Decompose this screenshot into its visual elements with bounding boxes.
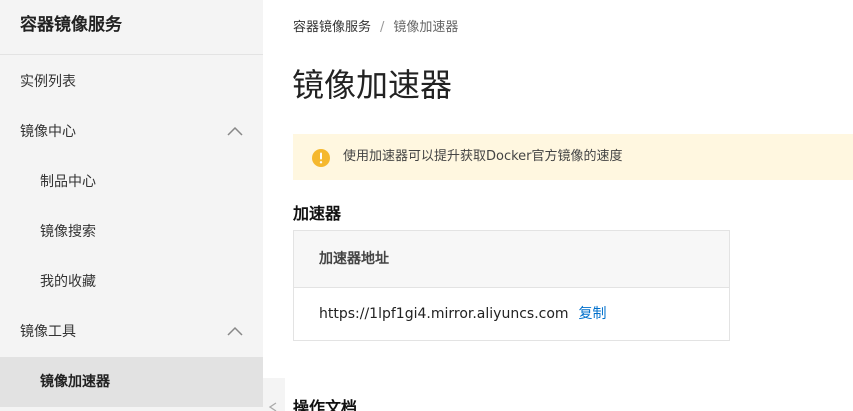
notice-text: 使用加速器可以提升获取Docker官方镜像的速度 (343, 149, 623, 164)
accelerator-row: https://1lpf1gi4.mirror.aliyuncs.com 复制 (319, 288, 607, 341)
sidebar-item-instances[interactable]: 实例列表 (0, 57, 263, 107)
accelerator-url: https://1lpf1gi4.mirror.aliyuncs.com (319, 306, 569, 322)
copy-button[interactable]: 复制 (579, 306, 607, 322)
sidebar-group-image-center[interactable]: 镜像中心 (0, 107, 263, 157)
accelerator-table: 加速器地址 https://1lpf1gi4.mirror.aliyuncs.c… (293, 230, 730, 341)
sidebar: 容器镜像服务 实例列表 镜像中心 制品中心 镜像搜索 我的收藏 镜像工具 镜像加… (0, 0, 263, 411)
sidebar-collapse-handle[interactable] (263, 378, 285, 411)
sidebar-item-label: 制品中心 (40, 174, 96, 190)
notice-banner: 使用加速器可以提升获取Docker官方镜像的速度 (293, 134, 853, 180)
page: 容器镜像服务 实例列表 镜像中心 制品中心 镜像搜索 我的收藏 镜像工具 镜像加… (0, 0, 853, 411)
sidebar-title: 容器镜像服务 (20, 15, 122, 35)
sidebar-item-label: 实例列表 (20, 74, 76, 90)
sidebar-item-label: 镜像搜索 (40, 224, 96, 240)
sidebar-item-artifact-center[interactable]: 制品中心 (0, 157, 263, 207)
warning-icon (312, 149, 330, 167)
chevron-up-icon (227, 326, 243, 336)
accelerator-section-title: 加速器 (293, 204, 342, 223)
accelerator-address-header: 加速器地址 (319, 251, 389, 267)
breadcrumb-current: 镜像加速器 (393, 20, 459, 35)
sidebar-item-image-accelerator[interactable]: 镜像加速器 (0, 357, 263, 407)
chevron-up-icon (227, 126, 243, 136)
breadcrumb: 容器镜像服务 / 镜像加速器 (293, 16, 458, 35)
sidebar-item-label: 我的收藏 (40, 274, 96, 290)
sidebar-item-favorites[interactable]: 我的收藏 (0, 257, 263, 307)
sidebar-item-label: 镜像工具 (20, 324, 76, 340)
sidebar-item-label: 镜像加速器 (40, 374, 110, 390)
breadcrumb-root-link[interactable]: 容器镜像服务 (293, 20, 371, 35)
page-title: 镜像加速器 (292, 66, 453, 104)
sidebar-divider (0, 54, 263, 55)
chevron-left-icon (268, 402, 277, 411)
sidebar-item-label: 镜像中心 (20, 124, 76, 140)
sidebar-group-image-tools[interactable]: 镜像工具 (0, 307, 263, 357)
sidebar-item-image-search[interactable]: 镜像搜索 (0, 207, 263, 257)
docs-section-title: 操作文档 (293, 398, 358, 411)
accelerator-table-header: 加速器地址 (294, 231, 729, 288)
breadcrumb-separator: / (380, 20, 385, 35)
